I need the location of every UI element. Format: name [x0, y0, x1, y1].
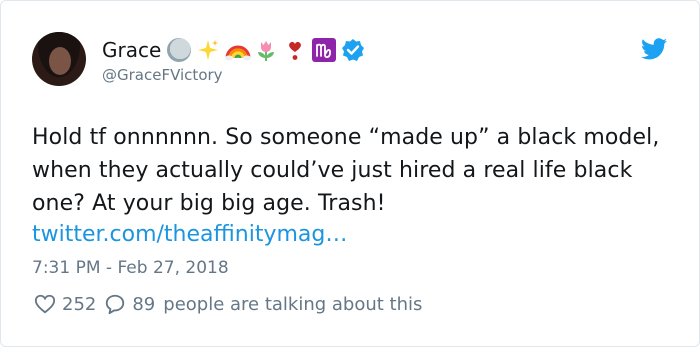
- twitter-bird-icon[interactable]: [641, 38, 667, 60]
- talking-about-text[interactable]: people are talking about this: [163, 294, 422, 315]
- sparkles-icon: [196, 38, 220, 62]
- comment-bubble-icon[interactable]: [104, 293, 126, 315]
- rainbow-icon: [225, 38, 252, 62]
- tweet-link[interactable]: twitter.com/theaffinitymag…: [32, 220, 347, 250]
- like-count: 252: [62, 293, 97, 315]
- virgo-icon: [312, 38, 337, 62]
- tweet-actions: 252 89 people are talking about this: [34, 293, 422, 315]
- moon-icon: [167, 38, 192, 62]
- tweet-card: Grace @GraceFVictory Hold tf onnnnnn. So…: [0, 0, 700, 347]
- tulip-icon: [254, 38, 278, 62]
- heart-exclamation-icon: [283, 38, 307, 62]
- verified-badge-icon: [341, 38, 365, 62]
- avatar[interactable]: [32, 32, 86, 86]
- user-handle[interactable]: @GraceFVictory: [102, 66, 223, 84]
- tweet-timestamp[interactable]: 7:31 PM - Feb 27, 2018: [32, 258, 229, 278]
- comment-count: 89: [132, 293, 156, 315]
- display-name[interactable]: Grace: [102, 38, 161, 62]
- user-name-row[interactable]: Grace: [102, 36, 370, 64]
- heart-icon[interactable]: [34, 293, 56, 315]
- tweet-text: Hold tf onnnnnn. So someone “made up” a …: [32, 125, 660, 216]
